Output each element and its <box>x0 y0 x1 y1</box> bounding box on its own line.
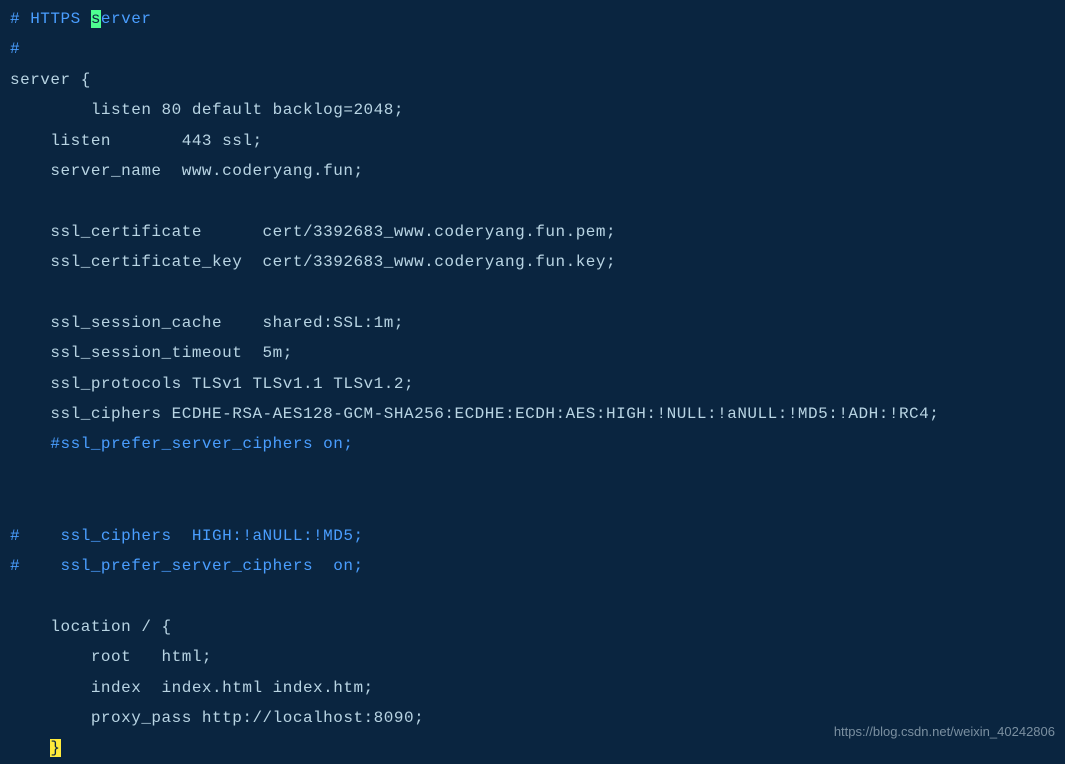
code-line: root html; <box>10 648 212 666</box>
code-line: server { <box>10 71 91 89</box>
matching-brace: } <box>50 739 60 757</box>
code-line: ssl_session_cache shared:SSL:1m; <box>10 314 404 332</box>
comment-line: erver <box>101 10 152 28</box>
code-line: ssl_protocols TLSv1 TLSv1.1 TLSv1.2; <box>10 375 414 393</box>
comment-line: # HTTPS <box>10 10 91 28</box>
code-line <box>10 739 50 757</box>
code-line: index index.html index.htm; <box>10 679 374 697</box>
code-line: server_name www.coderyang.fun; <box>10 162 364 180</box>
code-line: ssl_ciphers ECDHE-RSA-AES128-GCM-SHA256:… <box>10 405 939 423</box>
code-line: ssl_certificate_key cert/3392683_www.cod… <box>10 253 616 271</box>
code-line: location / { <box>10 618 172 636</box>
code-line: ssl_session_timeout 5m; <box>10 344 293 362</box>
comment-line: # ssl_prefer_server_ciphers on; <box>10 557 364 575</box>
code-line: listen 80 default backlog=2048; <box>10 101 404 119</box>
cursor-position: s <box>91 10 101 28</box>
code-editor[interactable]: # HTTPS server # server { listen 80 defa… <box>10 4 1055 764</box>
comment-line: # <box>10 40 20 58</box>
code-line: listen 443 ssl; <box>10 132 263 150</box>
code-line: proxy_pass http://localhost:8090; <box>10 709 424 727</box>
comment-line: # ssl_ciphers HIGH:!aNULL:!MD5; <box>10 527 364 545</box>
code-line <box>10 435 50 453</box>
code-line: ssl_certificate cert/3392683_www.coderya… <box>10 223 616 241</box>
watermark-text: https://blog.csdn.net/weixin_40242806 <box>834 720 1055 745</box>
comment-line: #ssl_prefer_server_ciphers on; <box>50 435 353 453</box>
